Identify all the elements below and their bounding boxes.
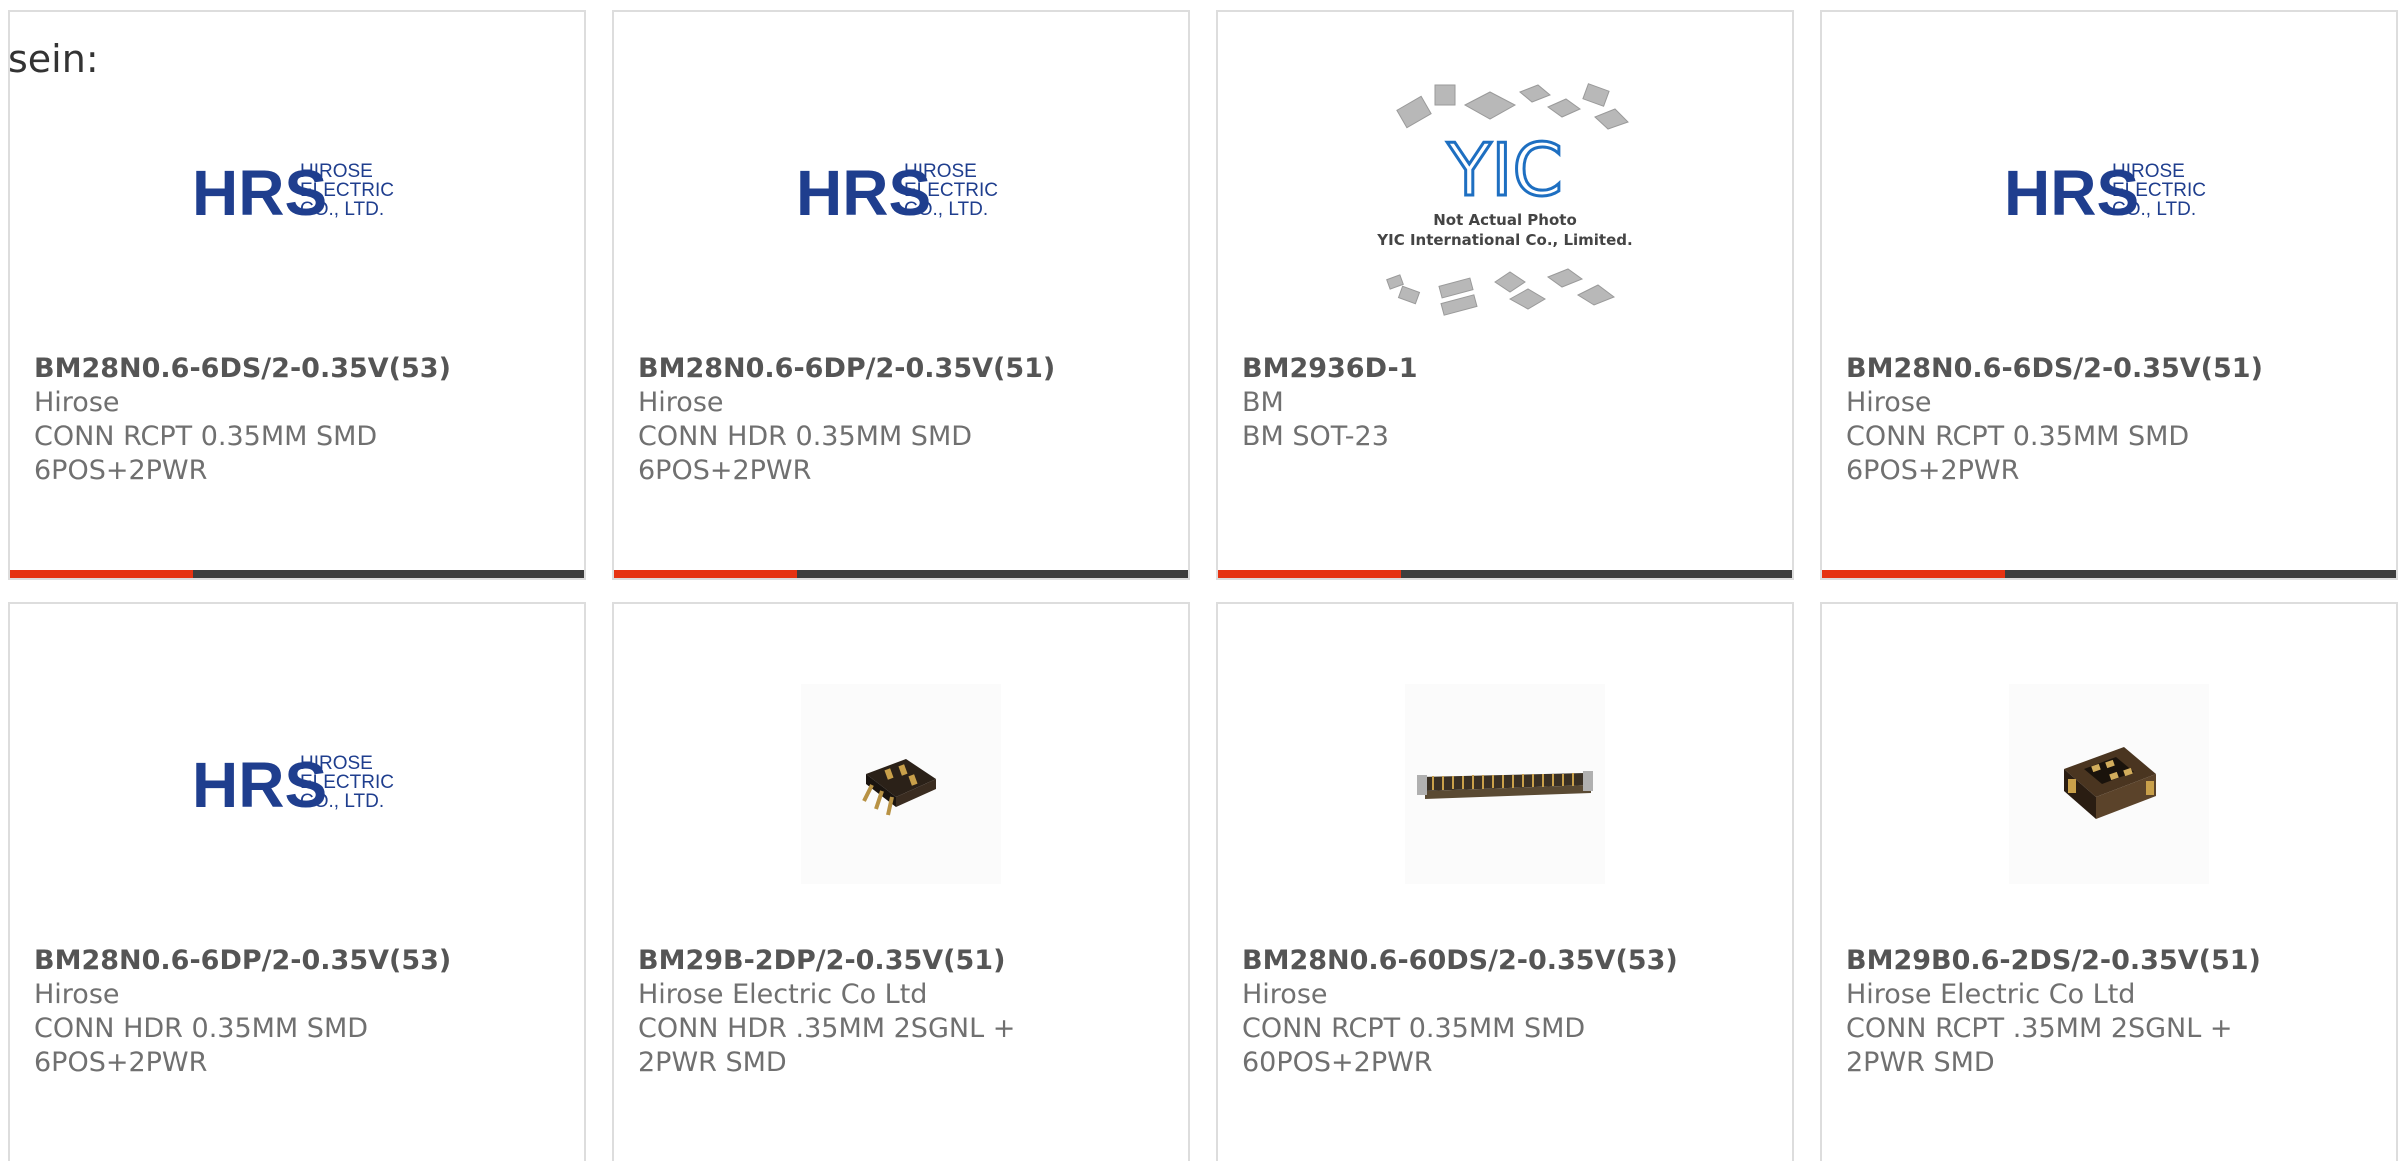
product-image[interactable]: HRS HIROSE ELECTRIC CO., LTD. (614, 62, 1188, 322)
manufacturer: Hirose Electric Co Ltd (638, 979, 928, 1010)
connector-long-image (1417, 771, 1593, 799)
card-bottom-bar (1218, 570, 1792, 578)
svg-text:ELECTRIC: ELECTRIC (2112, 180, 2206, 201)
product-listing-page: sein: HRS HIROSE ELECTRIC CO., LTD. BM28… (0, 0, 2400, 1161)
accent-bar (1218, 570, 1401, 578)
svg-text:HIROSE: HIROSE (904, 161, 977, 182)
connector-photo (1405, 684, 1605, 884)
product-card[interactable]: HRS HIROSE ELECTRIC CO., LTD. BM28N0.6-6… (612, 10, 1190, 580)
svg-text:YIC International Co., Limited: YIC International Co., Limited. (1376, 231, 1632, 249)
connector-small-image (862, 759, 936, 816)
product-card[interactable]: HRS HIROSE ELECTRIC CO., LTD. BM28N0.6-6… (8, 10, 586, 580)
manufacturer: Hirose (638, 387, 724, 418)
yic-placeholder-image: YIC Not Actual Photo YIC International C… (1376, 83, 1633, 316)
product-card[interactable]: BM28N0.6-60DS/2-0.35V(53) Hirose CONN RC… (1216, 602, 1794, 1161)
description: CONN HDR .35MM 2SGNL + 2PWR SMD (638, 1013, 1016, 1078)
product-card[interactable]: HRS HIROSE ELECTRIC CO., LTD. BM28N0.6-6… (8, 602, 586, 1161)
card-bottom-bar (614, 570, 1188, 578)
accent-bar (1822, 570, 2005, 578)
part-number[interactable]: BM28N0.6-6DP/2-0.35V(51) (638, 352, 1164, 386)
svg-text:HIROSE: HIROSE (2112, 161, 2185, 182)
hirose-logo: HRS HIROSE ELECTRIC CO., LTD. (796, 157, 998, 227)
manufacturer: Hirose Electric Co Ltd (1846, 979, 2136, 1010)
part-number[interactable]: BM28N0.6-6DS/2-0.35V(51) (1846, 352, 2372, 386)
product-info: BM28N0.6-6DP/2-0.35V(51) Hirose CONN HDR… (638, 352, 1164, 488)
product-info: BM29B-2DP/2-0.35V(51) Hirose Electric Co… (638, 944, 1164, 1080)
svg-text:Not Actual Photo: Not Actual Photo (1433, 211, 1577, 229)
product-image[interactable]: YIC Not Actual Photo YIC International C… (1218, 52, 1792, 352)
description: CONN RCPT 0.35MM SMD 60POS+2PWR (1242, 1013, 1586, 1078)
accent-bar (10, 570, 193, 578)
connector-photo (2009, 684, 2209, 884)
svg-text:ELECTRIC: ELECTRIC (300, 180, 394, 201)
card-bottom-bar (10, 570, 584, 578)
description: BM SOT-23 (1242, 421, 1389, 452)
description: CONN RCPT 0.35MM SMD 6POS+2PWR (1846, 421, 2190, 486)
hirose-logo: HRS HIROSE ELECTRIC CO., LTD. (192, 157, 394, 227)
part-number[interactable]: BM28N0.6-6DS/2-0.35V(53) (34, 352, 560, 386)
part-number[interactable]: BM2936D-1 (1242, 352, 1768, 386)
connector-block-image (2064, 747, 2156, 819)
part-number[interactable]: BM29B-2DP/2-0.35V(51) (638, 944, 1164, 978)
part-number[interactable]: BM29B0.6-2DS/2-0.35V(51) (1846, 944, 2372, 978)
manufacturer: Hirose (1846, 387, 1932, 418)
description: CONN RCPT .35MM 2SGNL + 2PWR SMD (1846, 1013, 2233, 1078)
svg-text:ELECTRIC: ELECTRIC (904, 180, 998, 201)
manufacturer: Hirose (34, 387, 120, 418)
svg-text:HIROSE: HIROSE (300, 161, 373, 182)
svg-text:CO., LTD.: CO., LTD. (300, 791, 384, 812)
part-number[interactable]: BM28N0.6-60DS/2-0.35V(53) (1242, 944, 1768, 978)
hirose-logo: HRS HIROSE ELECTRIC CO., LTD. (2004, 157, 2206, 227)
part-number[interactable]: BM28N0.6-6DP/2-0.35V(53) (34, 944, 560, 978)
svg-text:YIC: YIC (1446, 128, 1563, 212)
product-image[interactable]: HRS HIROSE ELECTRIC CO., LTD. (10, 654, 584, 914)
product-image[interactable]: HRS HIROSE ELECTRIC CO., LTD. (1822, 62, 2396, 322)
product-card[interactable]: HRS HIROSE ELECTRIC CO., LTD. BM28N0.6-6… (1820, 10, 2398, 580)
product-grid: HRS HIROSE ELECTRIC CO., LTD. BM28N0.6-6… (8, 10, 2400, 1161)
description: CONN RCPT 0.35MM SMD 6POS+2PWR (34, 421, 378, 486)
svg-text:ELECTRIC: ELECTRIC (300, 772, 394, 793)
intro-text: sein: (8, 37, 99, 81)
accent-bar (614, 570, 797, 578)
product-card[interactable]: YIC Not Actual Photo YIC International C… (1216, 10, 1794, 580)
product-image[interactable] (1218, 654, 1792, 914)
product-info: BM28N0.6-6DS/2-0.35V(53) Hirose CONN RCP… (34, 352, 560, 488)
svg-text:CO., LTD.: CO., LTD. (300, 199, 384, 220)
product-info: BM28N0.6-60DS/2-0.35V(53) Hirose CONN RC… (1242, 944, 1768, 1080)
product-info: BM29B0.6-2DS/2-0.35V(51) Hirose Electric… (1846, 944, 2372, 1080)
product-card[interactable]: BM29B-2DP/2-0.35V(51) Hirose Electric Co… (612, 602, 1190, 1161)
product-image[interactable] (1822, 654, 2396, 914)
product-image[interactable]: HRS HIROSE ELECTRIC CO., LTD. (10, 62, 584, 322)
svg-text:CO., LTD.: CO., LTD. (2112, 199, 2196, 220)
svg-text:HIROSE: HIROSE (300, 753, 373, 774)
product-info: BM2936D-1 BM BM SOT-23 (1242, 352, 1768, 454)
svg-text:CO., LTD.: CO., LTD. (904, 199, 988, 220)
manufacturer: Hirose (34, 979, 120, 1010)
description: CONN HDR 0.35MM SMD 6POS+2PWR (638, 421, 973, 486)
hirose-logo: HRS HIROSE ELECTRIC CO., LTD. (192, 749, 394, 819)
product-image[interactable] (614, 654, 1188, 914)
product-info: BM28N0.6-6DP/2-0.35V(53) Hirose CONN HDR… (34, 944, 560, 1080)
card-bottom-bar (1822, 570, 2396, 578)
connector-photo (801, 684, 1001, 884)
manufacturer: BM (1242, 387, 1284, 418)
description: CONN HDR 0.35MM SMD 6POS+2PWR (34, 1013, 369, 1078)
manufacturer: Hirose (1242, 979, 1328, 1010)
product-info: BM28N0.6-6DS/2-0.35V(51) Hirose CONN RCP… (1846, 352, 2372, 488)
product-card[interactable]: BM29B0.6-2DS/2-0.35V(51) Hirose Electric… (1820, 602, 2398, 1161)
